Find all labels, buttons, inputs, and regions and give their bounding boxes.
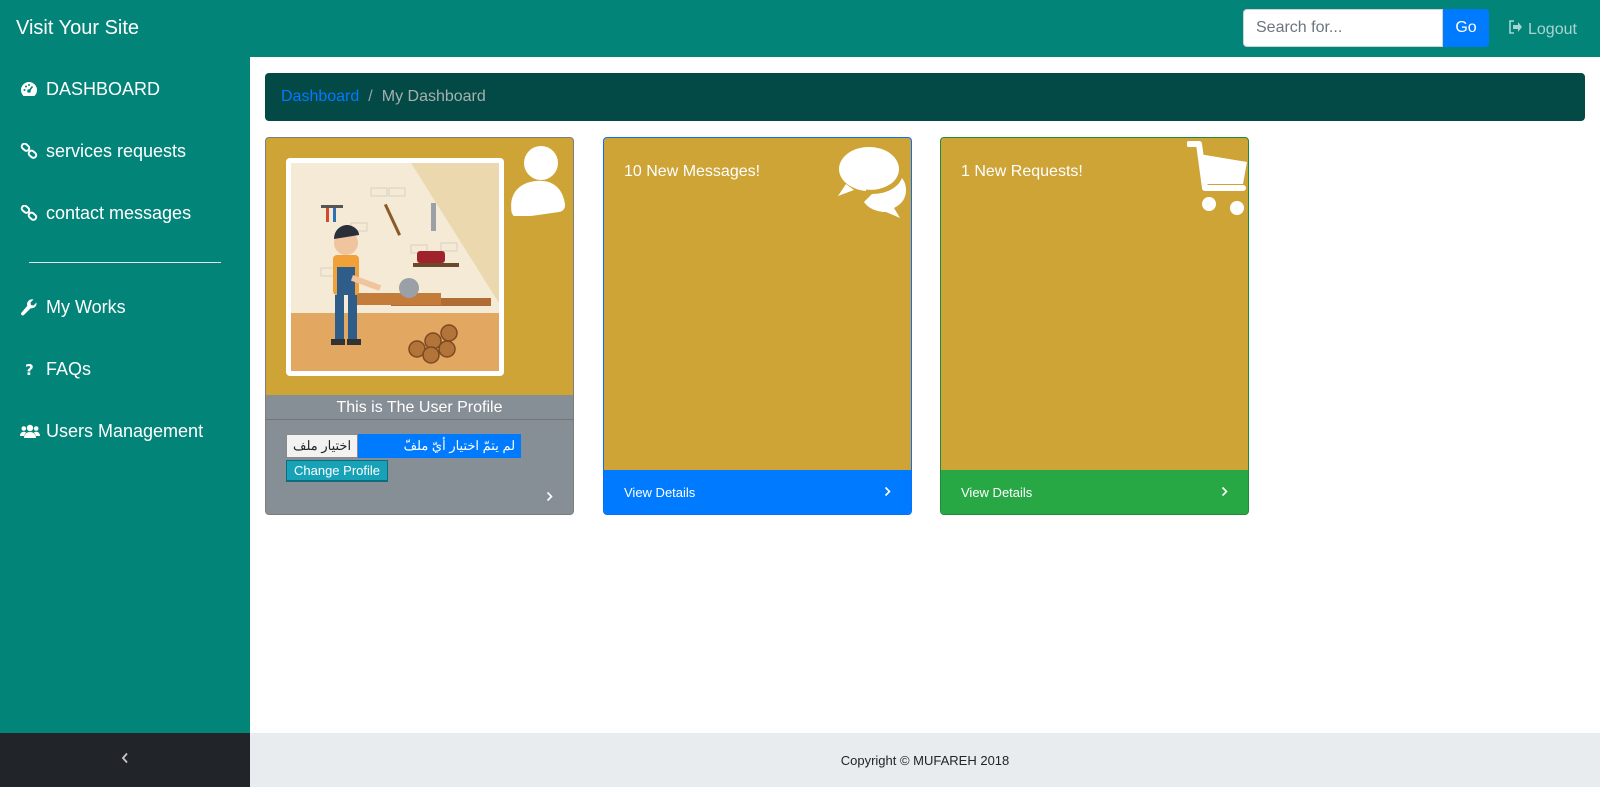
- search-form: Go: [1243, 9, 1489, 47]
- file-input[interactable]: اختيار ملف لم يتمّ اختيار أيّ ملفّ: [286, 434, 522, 458]
- brand-link[interactable]: Visit Your Site: [16, 17, 139, 40]
- users-icon: [20, 423, 46, 439]
- dashboard-icon: [20, 81, 46, 97]
- choose-file-button[interactable]: اختيار ملف: [286, 434, 359, 458]
- link-icon: [20, 205, 46, 221]
- change-profile-button[interactable]: Change Profile: [286, 460, 388, 482]
- profile-card-footer: اختيار ملف لم يتمّ اختيار أيّ ملفّ Chang…: [266, 420, 573, 514]
- requests-card: 1 New Requests! View Details: [940, 137, 1249, 515]
- sidebar-item-label: My Works: [46, 296, 126, 317]
- go-button[interactable]: Go: [1443, 9, 1489, 47]
- sidebar-item-users-management[interactable]: Users Management: [20, 417, 203, 445]
- shopping-cart-icon: [1186, 140, 1248, 223]
- sidebar-item-label: Users Management: [46, 420, 204, 441]
- chevron-left-icon: [121, 751, 129, 769]
- sidebar: DASHBOARD services requests contact mess…: [0, 57, 250, 733]
- messages-card-title: 10 New Messages!: [624, 163, 761, 180]
- sidebar-item-label: services requests: [46, 140, 187, 161]
- messages-card: 10 New Messages! View Details: [603, 137, 912, 515]
- view-details-label: View Details: [961, 484, 1033, 500]
- chevron-right-icon[interactable]: [546, 491, 553, 502]
- sidebar-item-label: FAQs: [46, 358, 92, 379]
- comments-icon: [836, 144, 906, 225]
- breadcrumb: Dashboard / My Dashboard: [265, 73, 1585, 121]
- breadcrumb-current: My Dashboard: [381, 88, 486, 105]
- view-details-label: View Details: [624, 484, 696, 500]
- logout-link[interactable]: Logout: [1508, 20, 1577, 39]
- svg-text:?: ?: [25, 361, 34, 377]
- requests-view-details-link[interactable]: View Details: [941, 470, 1248, 514]
- link-icon: [20, 143, 46, 159]
- profile-card: This is The User Profile اختيار ملف لم ي…: [265, 137, 574, 515]
- page-footer: Copyright © MUFAREH 2018: [250, 733, 1600, 787]
- chevron-right-icon: [884, 485, 891, 500]
- profile-caption: This is The User Profile: [266, 395, 573, 420]
- breadcrumb-separator: /: [368, 88, 373, 105]
- profile-image: [286, 158, 504, 376]
- sign-out-icon: [1508, 20, 1523, 39]
- breadcrumb-dashboard-link[interactable]: Dashboard: [281, 88, 359, 106]
- chevron-right-icon: [1221, 485, 1228, 500]
- top-navbar: Visit Your Site Go Logout: [0, 0, 1600, 57]
- sidebar-item-faqs[interactable]: ? FAQs: [20, 355, 91, 383]
- user-icon: [506, 144, 568, 221]
- sidebar-toggle-button[interactable]: [0, 733, 250, 787]
- logout-label: Logout: [1528, 20, 1577, 38]
- sidebar-item-contact-messages[interactable]: contact messages: [20, 199, 191, 227]
- requests-card-title: 1 New Requests!: [961, 163, 1083, 180]
- wrench-icon: [20, 298, 46, 316]
- copyright-text: Copyright © MUFAREH 2018: [840, 752, 1010, 768]
- sidebar-item-label: DASHBOARD: [46, 78, 161, 99]
- sidebar-item-label: contact messages: [46, 202, 192, 223]
- sidebar-item-my-works[interactable]: My Works: [20, 293, 126, 321]
- sidebar-item-dashboard[interactable]: DASHBOARD: [20, 75, 160, 103]
- sidebar-divider: [29, 262, 221, 263]
- search-input[interactable]: [1243, 9, 1443, 47]
- question-icon: ?: [20, 361, 46, 377]
- file-status-text: لم يتمّ اختيار أيّ ملفّ: [358, 434, 522, 458]
- sidebar-item-services-requests[interactable]: services requests: [20, 137, 186, 165]
- messages-view-details-link[interactable]: View Details: [604, 470, 911, 514]
